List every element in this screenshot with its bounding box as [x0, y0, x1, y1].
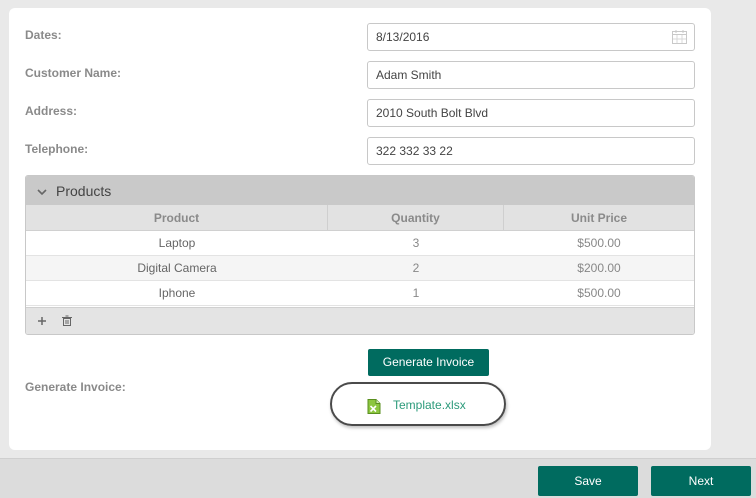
- save-button[interactable]: Save: [538, 466, 638, 496]
- products-panel-header[interactable]: Products: [26, 176, 694, 205]
- address-row: Address:: [25, 99, 695, 127]
- quantity-cell: 1: [412, 286, 420, 300]
- product-cell: Laptop: [158, 236, 196, 250]
- invoice-card: Dates: Customer Name: Address: Telephone…: [9, 8, 711, 450]
- plus-icon[interactable]: [35, 314, 49, 328]
- quantity-cell: 3: [412, 236, 420, 250]
- template-file-link[interactable]: Template.xlsx: [330, 382, 506, 426]
- customer-name-row: Customer Name:: [25, 61, 695, 89]
- trash-icon[interactable]: [60, 314, 74, 328]
- products-title: Products: [56, 182, 112, 199]
- generate-invoice-label: Generate Invoice:: [25, 380, 126, 394]
- product-cell: Iphone: [158, 286, 196, 300]
- telephone-row: Telephone:: [25, 137, 695, 165]
- customer-name-label: Customer Name:: [25, 66, 122, 80]
- unit-price-cell: $200.00: [577, 261, 621, 275]
- customer-name-input[interactable]: [367, 61, 695, 89]
- unit-price-cell: $500.00: [577, 286, 621, 300]
- column-headers: Product Quantity Unit Price: [26, 205, 694, 231]
- dates-row: Dates:: [25, 23, 695, 51]
- excel-file-icon[interactable]: [367, 399, 381, 414]
- grid-toolbar: [26, 307, 694, 334]
- address-input[interactable]: [367, 99, 695, 127]
- unit-price-cell: $500.00: [577, 236, 621, 250]
- calendar-icon[interactable]: [672, 30, 687, 44]
- product-cell: Digital Camera: [137, 261, 217, 275]
- table-row[interactable]: Laptop 3 $500.00: [26, 231, 694, 256]
- column-header-unit-price[interactable]: Unit Price: [504, 205, 694, 230]
- dates-label: Dates:: [25, 28, 62, 42]
- dates-input[interactable]: [367, 23, 695, 51]
- telephone-input[interactable]: [367, 137, 695, 165]
- column-header-quantity[interactable]: Quantity: [328, 205, 504, 230]
- telephone-label: Telephone:: [25, 142, 89, 156]
- address-label: Address:: [25, 104, 78, 118]
- quantity-cell: 2: [412, 261, 420, 275]
- products-grid: Products Product Quantity Unit Price Lap…: [25, 175, 695, 335]
- table-row[interactable]: Iphone 1 $500.00: [26, 281, 694, 306]
- template-file-name[interactable]: Template.xlsx: [393, 398, 466, 412]
- generate-invoice-button[interactable]: Generate Invoice: [368, 349, 489, 376]
- chevron-down-icon[interactable]: [36, 183, 50, 199]
- table-row[interactable]: Digital Camera 2 $200.00: [26, 256, 694, 281]
- column-header-product[interactable]: Product: [26, 205, 328, 230]
- bottom-action-bar: Save Next: [0, 458, 756, 498]
- next-button[interactable]: Next: [651, 466, 751, 496]
